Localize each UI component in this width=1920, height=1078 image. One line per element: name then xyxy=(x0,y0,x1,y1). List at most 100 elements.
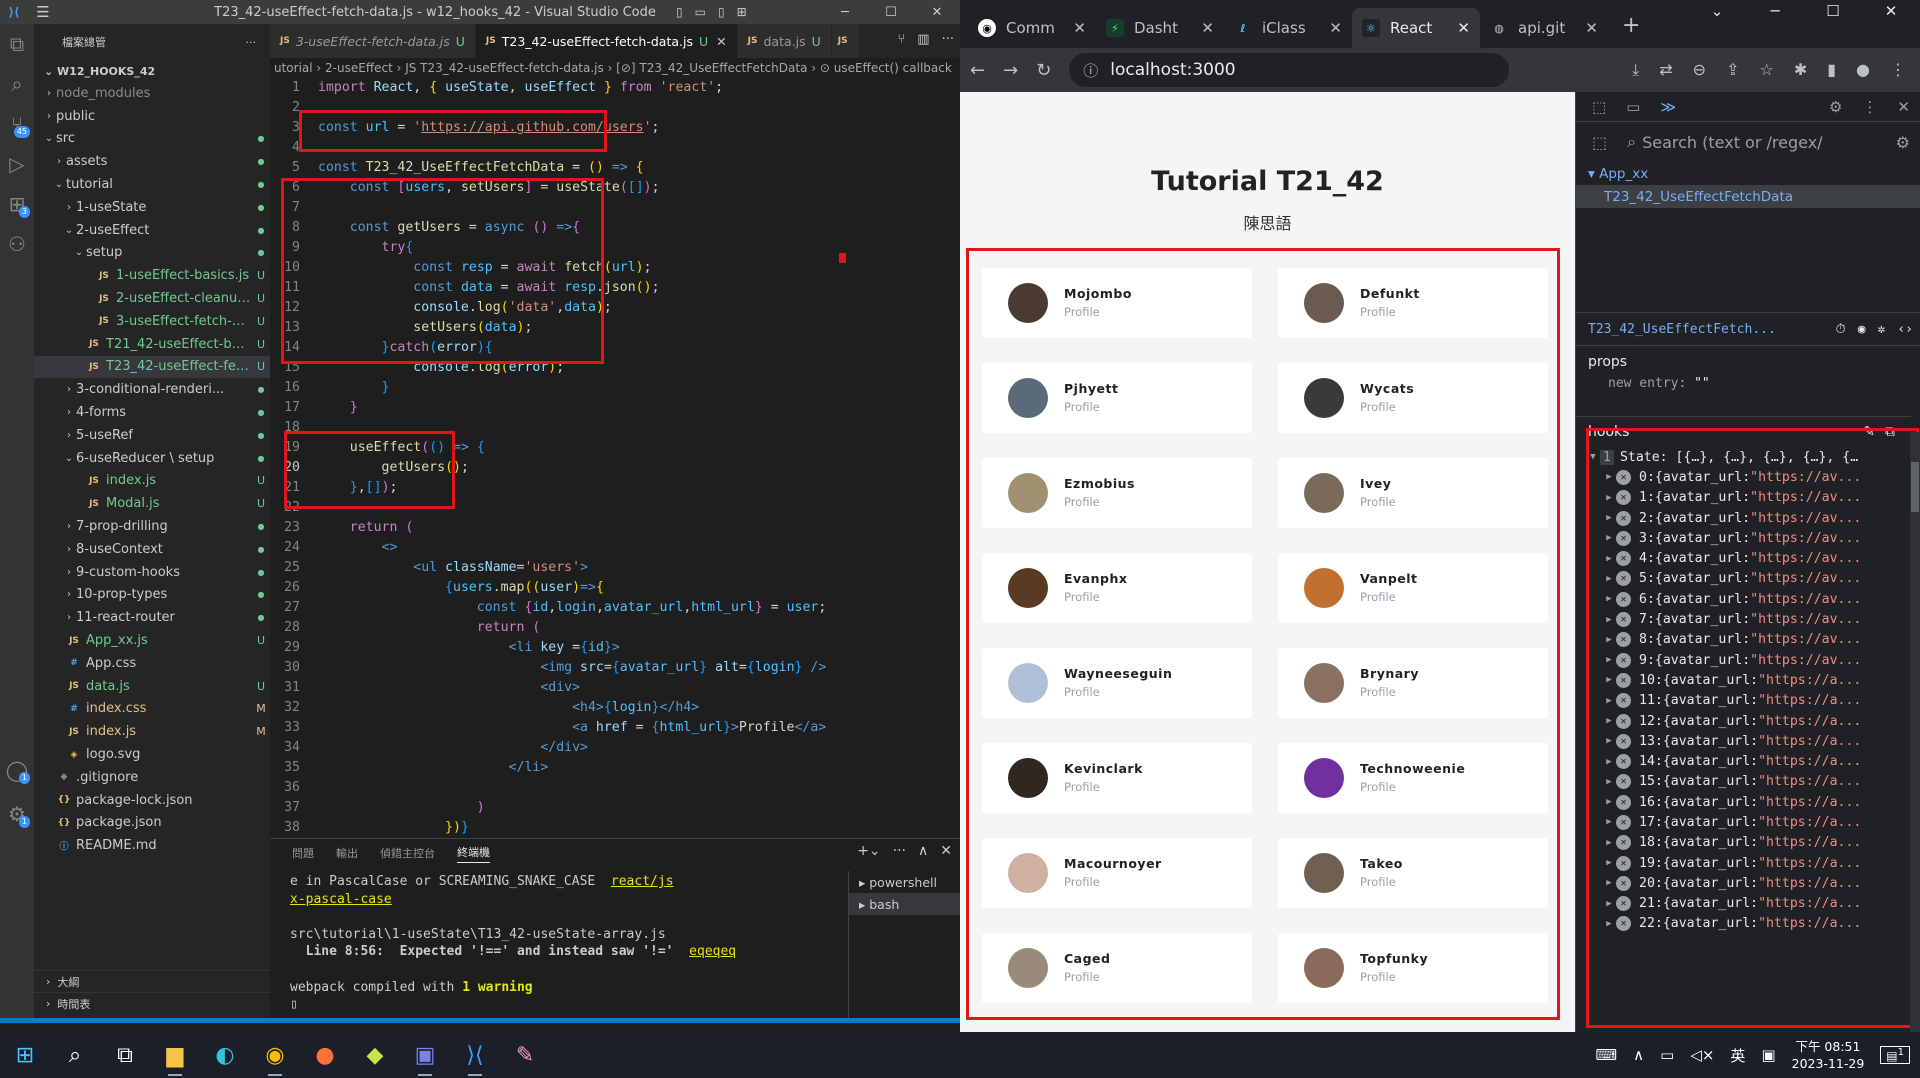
tree-item[interactable]: JS App_xx.js U xyxy=(34,629,270,652)
timeline-section[interactable]: › 時間表 xyxy=(34,992,270,1014)
notification-icon[interactable]: ▤1 xyxy=(1880,1046,1910,1064)
expand-triangle-icon[interactable]: ▶ xyxy=(1602,716,1616,726)
hook-state-item[interactable]: ▶ ✕ 8: {avatar_url: "https://av... xyxy=(1576,630,1911,650)
copy-icon[interactable]: ⧉ xyxy=(1885,424,1895,440)
user-profile-link[interactable]: Profile xyxy=(1064,875,1100,889)
clock[interactable]: 下午 08:51 2023-11-29 xyxy=(1792,1038,1865,1072)
translate-icon[interactable]: ⇄ xyxy=(1659,60,1672,80)
editor-tab-active[interactable]: JS T23_42-useEffect-fetch-data.js U ✕ xyxy=(475,24,738,58)
file-explorer-icon[interactable]: ▆ xyxy=(150,1032,200,1078)
expand-triangle-icon[interactable]: ▶ xyxy=(1602,817,1616,827)
tab-search-icon[interactable]: ⌄ xyxy=(1688,0,1746,22)
toggle-secondary-sidebar-icon[interactable]: ▯ xyxy=(718,5,725,19)
user-profile-link[interactable]: Profile xyxy=(1064,970,1100,984)
user-profile-link[interactable]: Profile xyxy=(1360,970,1396,984)
side-panel-icon[interactable]: ▮ xyxy=(1827,60,1836,80)
tree-item[interactable]: JS T21_42-useEffect-bas... U xyxy=(34,333,270,356)
extensions-puzzle-icon[interactable]: ✱ xyxy=(1794,60,1807,80)
hook-state-item[interactable]: ▶ ✕ 6: {avatar_url: "https://av... xyxy=(1576,589,1911,609)
expand-triangle-icon[interactable]: ▶ xyxy=(1602,493,1616,503)
teams-icon[interactable]: ▣ xyxy=(400,1032,450,1078)
components-settings-icon[interactable]: ⚙ xyxy=(1896,133,1910,152)
new-tab-icon[interactable]: + xyxy=(1622,13,1640,38)
expand-triangle-icon[interactable]: ▶ xyxy=(1602,675,1616,685)
browser-tab[interactable]: ◍ api.git ✕ xyxy=(1480,8,1608,48)
delete-entry-icon[interactable]: ✕ xyxy=(1616,591,1631,607)
tab-terminal[interactable]: 終端機 xyxy=(457,844,490,863)
maximize-icon[interactable]: ☐ xyxy=(1804,0,1862,22)
code-area[interactable]: 1 import React, { useState, useEffect } f… xyxy=(270,78,960,854)
tree-item[interactable]: {} package.json xyxy=(34,812,270,835)
tree-item[interactable]: › 8-useContext ● xyxy=(34,538,270,561)
select-component-icon[interactable]: ⬚ xyxy=(1592,133,1607,152)
expand-triangle-icon[interactable]: ▶ xyxy=(1602,777,1616,787)
hook-state-item[interactable]: ▶ ✕ 2: {avatar_url: "https://av... xyxy=(1576,508,1911,528)
component-tree-item-selected[interactable]: T23_42_UseEffectFetchData xyxy=(1576,185,1920,208)
hook-state-item[interactable]: ▶ ✕ 14: {avatar_url: "https://a... xyxy=(1576,751,1911,771)
delete-entry-icon[interactable]: ✕ xyxy=(1616,896,1631,912)
tree-item[interactable]: ◆ .gitignore xyxy=(34,766,270,789)
tab-close-icon[interactable]: ✕ xyxy=(1585,19,1598,37)
close-icon[interactable]: ✕ xyxy=(1862,0,1920,22)
terminal-link[interactable]: react/js xyxy=(611,874,674,889)
firefox-icon[interactable]: ● xyxy=(300,1032,350,1078)
user-profile-link[interactable]: Profile xyxy=(1360,400,1396,414)
task-view-icon[interactable]: ⧉ xyxy=(100,1032,150,1078)
tree-item[interactable]: › 3-conditional-renderi... ● xyxy=(34,378,270,401)
delete-entry-icon[interactable]: ✕ xyxy=(1616,754,1631,770)
tree-item[interactable]: JS index.js M xyxy=(34,720,270,743)
tree-item[interactable]: # App.css xyxy=(34,652,270,675)
more-actions-icon[interactable]: ··· xyxy=(893,843,906,859)
terminal-link[interactable]: eqeqeq xyxy=(689,944,736,959)
tree-item[interactable]: JS index.js U xyxy=(34,470,270,493)
hook-state-item[interactable]: ▶ ✕ 18: {avatar_url: "https://a... xyxy=(1576,833,1911,853)
install-app-icon[interactable]: ⤓ xyxy=(1632,60,1639,80)
paint-icon[interactable]: ✎ xyxy=(500,1032,550,1078)
tree-item[interactable]: ⓘ README.md xyxy=(34,834,270,857)
delete-entry-icon[interactable]: ✕ xyxy=(1616,855,1631,871)
tray-overflow-icon[interactable]: ∧ xyxy=(1633,1046,1644,1064)
user-profile-link[interactable]: Profile xyxy=(1360,875,1396,889)
user-profile-link[interactable]: Profile xyxy=(1360,590,1396,604)
share-icon[interactable]: ⇪ xyxy=(1726,60,1739,80)
tree-item[interactable]: › 11-react-router ● xyxy=(34,606,270,629)
expand-triangle-icon[interactable]: ▶ xyxy=(1602,635,1616,645)
hook-state-item[interactable]: ▶ ✕ 19: {avatar_url: "https://a... xyxy=(1576,853,1911,873)
hook-state-item[interactable]: ▶ ✕ 10: {avatar_url: "https://a... xyxy=(1576,670,1911,690)
delete-entry-icon[interactable]: ✕ xyxy=(1616,632,1631,648)
tree-item[interactable]: › 5-useRef ● xyxy=(34,424,270,447)
toggle-sidebar-icon[interactable]: ▯ xyxy=(676,5,683,19)
edge-icon[interactable]: ◐ xyxy=(200,1032,250,1078)
manage-gear-icon[interactable]: ⚙ 1 xyxy=(0,794,34,834)
delete-entry-icon[interactable]: ✕ xyxy=(1616,490,1631,506)
tree-item[interactable]: › 4-forms ● xyxy=(34,401,270,424)
delete-entry-icon[interactable]: ✕ xyxy=(1616,733,1631,749)
devtools-scrollbar[interactable] xyxy=(1910,432,1920,1032)
tab-debug-console[interactable]: 偵錯主控台 xyxy=(380,845,435,861)
component-tree-item[interactable]: ▾ App_xx xyxy=(1588,162,1920,185)
expand-triangle-icon[interactable]: ▶ xyxy=(1602,899,1616,909)
user-profile-link[interactable]: Profile xyxy=(1064,305,1100,319)
tree-item[interactable]: › assets ● xyxy=(34,150,270,173)
tree-item[interactable]: {} package-lock.json xyxy=(34,789,270,812)
delete-entry-icon[interactable]: ✕ xyxy=(1616,774,1631,790)
tree-item[interactable]: › 9-custom-hooks ● xyxy=(34,561,270,584)
inspect-element-icon[interactable]: ⬚ xyxy=(1592,98,1606,116)
run-debug-icon[interactable]: ▷ xyxy=(0,144,34,184)
tree-item[interactable]: JS 3-useEffect-fetch-d... U xyxy=(34,310,270,333)
browser-tab[interactable]: ⚡ Dasht ✕ xyxy=(1096,8,1224,48)
user-profile-link[interactable]: Profile xyxy=(1360,495,1396,509)
expand-triangle-icon[interactable]: ▶ xyxy=(1602,594,1616,604)
hook-state-item[interactable]: ▶ ✕ 20: {avatar_url: "https://a... xyxy=(1576,873,1911,893)
keyboard-icon[interactable]: ⌨ xyxy=(1595,1046,1617,1064)
address-bar[interactable]: ⓘ localhost:3000 xyxy=(1069,53,1510,87)
ime-indicator[interactable]: 英 xyxy=(1730,1045,1745,1066)
delete-entry-icon[interactable]: ✕ xyxy=(1616,652,1631,668)
delete-entry-icon[interactable]: ✕ xyxy=(1616,814,1631,830)
delete-entry-icon[interactable]: ✕ xyxy=(1616,469,1631,485)
search-icon[interactable]: ⌕ xyxy=(50,1032,100,1078)
expand-triangle-icon[interactable]: ▶ xyxy=(1602,757,1616,767)
python-icon[interactable]: ⚇ xyxy=(0,224,34,264)
expand-triangle-icon[interactable]: ▶ xyxy=(1602,533,1616,543)
hook-state-item[interactable]: ▶ ✕ 22: {avatar_url: "https://a... xyxy=(1576,914,1911,934)
